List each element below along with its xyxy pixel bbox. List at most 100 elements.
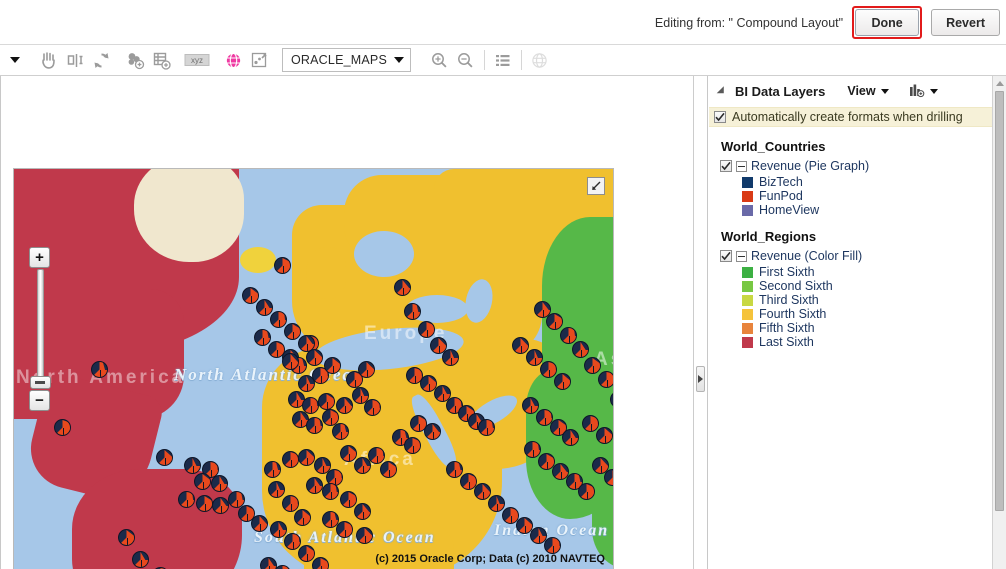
map-zoom-slider-track[interactable]: [36, 269, 44, 381]
edit-map-button[interactable]: [246, 47, 272, 73]
pie-graph-marker[interactable]: [560, 327, 577, 344]
pie-graph-marker[interactable]: [274, 257, 291, 274]
pie-graph-marker[interactable]: [264, 461, 281, 478]
pie-graph-marker[interactable]: [394, 279, 411, 296]
pie-graph-marker[interactable]: [358, 361, 375, 378]
map-canvas[interactable]: North Atlantic Ocean South Atlantic Ocea…: [13, 168, 614, 569]
pie-graph-marker[interactable]: [522, 397, 539, 414]
add-data-layer-button[interactable]: [122, 47, 148, 73]
scroll-thumb[interactable]: [995, 91, 1004, 511]
pie-graph-marker[interactable]: [364, 399, 381, 416]
pie-graph-marker[interactable]: [91, 361, 108, 378]
pie-graph-marker[interactable]: [340, 491, 357, 508]
pane-splitter-handle[interactable]: [696, 366, 705, 392]
pie-graph-marker[interactable]: [242, 287, 259, 304]
xyz-layer-button[interactable]: xyz: [182, 47, 212, 73]
pie-graph-marker[interactable]: [380, 461, 397, 478]
map-source-select[interactable]: ORACLE_MAPS: [282, 48, 411, 72]
map-zoom-out-button[interactable]: −: [29, 390, 50, 411]
pie-graph-marker[interactable]: [298, 335, 315, 352]
pie-graph-marker[interactable]: [562, 429, 579, 446]
map-restore-down-button[interactable]: [587, 177, 605, 195]
pie-graph-marker[interactable]: [604, 469, 613, 486]
pie-graph-marker[interactable]: [268, 481, 285, 498]
pie-graph-marker[interactable]: [554, 373, 571, 390]
zoom-in-button[interactable]: [427, 47, 453, 73]
pie-graph-marker[interactable]: [282, 451, 299, 468]
pie-graph-marker[interactable]: [584, 357, 601, 374]
pie-graph-marker[interactable]: [270, 311, 287, 328]
pie-graph-marker[interactable]: [260, 557, 277, 569]
pie-graph-marker[interactable]: [254, 329, 271, 346]
pie-graph-marker[interactable]: [596, 427, 613, 444]
layer-visibility-checkbox[interactable]: [720, 250, 732, 262]
pie-graph-marker[interactable]: [298, 545, 315, 562]
pie-graph-marker[interactable]: [526, 349, 543, 366]
pie-graph-marker[interactable]: [442, 349, 459, 366]
layer-row-revenue-pie[interactable]: Revenue (Pie Graph): [720, 159, 984, 173]
layer-visibility-checkbox[interactable]: [720, 160, 732, 172]
map-zoom-in-button[interactable]: +: [29, 247, 50, 268]
revert-button[interactable]: Revert: [931, 9, 1000, 36]
scroll-up-button[interactable]: [993, 76, 1006, 90]
legend-toggle-button[interactable]: [490, 47, 516, 73]
pie-graph-marker[interactable]: [418, 321, 435, 338]
distance-measure-button[interactable]: [62, 47, 88, 73]
pie-graph-marker[interactable]: [294, 509, 311, 526]
auto-format-checkbox[interactable]: [714, 111, 726, 123]
pie-graph-marker[interactable]: [598, 371, 613, 388]
add-format-button[interactable]: [148, 47, 174, 73]
pie-graph-marker[interactable]: [474, 483, 491, 500]
pie-graph-marker[interactable]: [178, 491, 195, 508]
pie-graph-marker[interactable]: [540, 361, 557, 378]
globe-button[interactable]: [220, 47, 246, 73]
pie-graph-marker[interactable]: [54, 419, 71, 436]
pie-graph-marker[interactable]: [524, 441, 541, 458]
pie-graph-marker[interactable]: [284, 533, 301, 550]
pie-graph-marker[interactable]: [324, 357, 341, 374]
pie-graph-marker[interactable]: [572, 341, 589, 358]
toolbar-overflow-button[interactable]: [2, 47, 28, 73]
pie-graph-marker[interactable]: [340, 445, 357, 462]
pie-graph-marker[interactable]: [306, 477, 323, 494]
pie-graph-marker[interactable]: [318, 393, 335, 410]
layer-expander-toggle[interactable]: [736, 250, 747, 262]
pie-graph-marker[interactable]: [211, 475, 228, 492]
map-zoom-slider-thumb[interactable]: [29, 376, 51, 389]
pie-graph-marker[interactable]: [256, 299, 273, 316]
panel-collapse-toggle[interactable]: [716, 85, 728, 97]
auto-format-row[interactable]: Automatically create formats when drilli…: [709, 107, 992, 127]
pie-graph-marker[interactable]: [404, 437, 421, 454]
view-menu-button[interactable]: View: [847, 84, 889, 98]
pie-graph-marker[interactable]: [312, 557, 329, 569]
pie-graph-marker[interactable]: [368, 447, 385, 464]
refresh-button[interactable]: [88, 47, 114, 73]
chart-menu-button[interactable]: [909, 84, 938, 98]
pie-graph-marker[interactable]: [404, 303, 421, 320]
hand-pan-button[interactable]: [36, 47, 62, 73]
pie-graph-marker[interactable]: [184, 457, 201, 474]
pie-graph-marker[interactable]: [268, 341, 285, 358]
pie-graph-marker[interactable]: [194, 473, 211, 490]
pie-graph-marker[interactable]: [582, 415, 599, 432]
pie-graph-marker[interactable]: [118, 529, 135, 546]
layer-expander-toggle[interactable]: [736, 160, 747, 172]
done-button[interactable]: Done: [855, 9, 920, 36]
pie-graph-marker[interactable]: [354, 503, 371, 520]
pie-graph-marker[interactable]: [578, 483, 595, 500]
pie-graph-marker[interactable]: [282, 495, 299, 512]
pie-graph-marker[interactable]: [212, 497, 229, 514]
pie-graph-marker[interactable]: [488, 495, 505, 512]
pie-graph-marker[interactable]: [322, 483, 339, 500]
pie-graph-marker[interactable]: [356, 527, 373, 544]
pie-graph-marker[interactable]: [336, 397, 353, 414]
pie-graph-marker[interactable]: [284, 323, 301, 340]
pie-graph-marker[interactable]: [336, 521, 353, 538]
pie-graph-marker[interactable]: [282, 353, 299, 370]
pie-graph-marker[interactable]: [298, 449, 315, 466]
pie-graph-marker[interactable]: [132, 551, 149, 568]
zoom-out-button[interactable]: [453, 47, 479, 73]
panel-vertical-scrollbar[interactable]: [992, 76, 1006, 569]
pie-graph-marker[interactable]: [512, 337, 529, 354]
pie-graph-marker[interactable]: [332, 423, 349, 440]
